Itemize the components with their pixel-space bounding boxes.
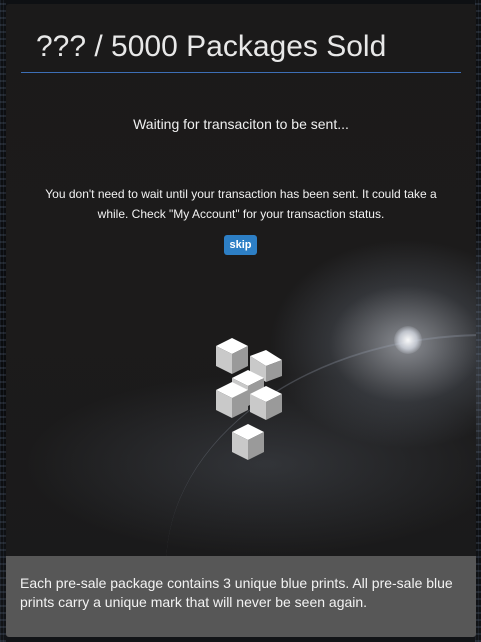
- modal-header: ??? / 5000 Packages Sold: [21, 4, 461, 73]
- loader-cube: [216, 338, 248, 374]
- cube-stack-svg: [216, 338, 282, 460]
- purchase-status-modal: ??? / 5000 Packages Sold Waiting for tra…: [6, 4, 476, 637]
- cube-stack-loading-icon: [202, 332, 282, 464]
- transaction-status-text: Waiting for transaciton to be sent...: [133, 116, 349, 132]
- background-light-source: [394, 326, 422, 354]
- transaction-info-message: You don't need to wait until your transa…: [45, 187, 437, 221]
- packages-sold-title: ??? / 5000 Packages Sold: [36, 30, 387, 63]
- presale-package-description: Each pre-sale package contains 3 unique …: [20, 575, 453, 610]
- modal-footer: Each pre-sale package contains 3 unique …: [6, 556, 476, 637]
- skip-button[interactable]: skip: [224, 235, 257, 255]
- loader-cube: [232, 424, 264, 460]
- page-background: ??? / 5000 Packages Sold Waiting for tra…: [0, 0, 481, 642]
